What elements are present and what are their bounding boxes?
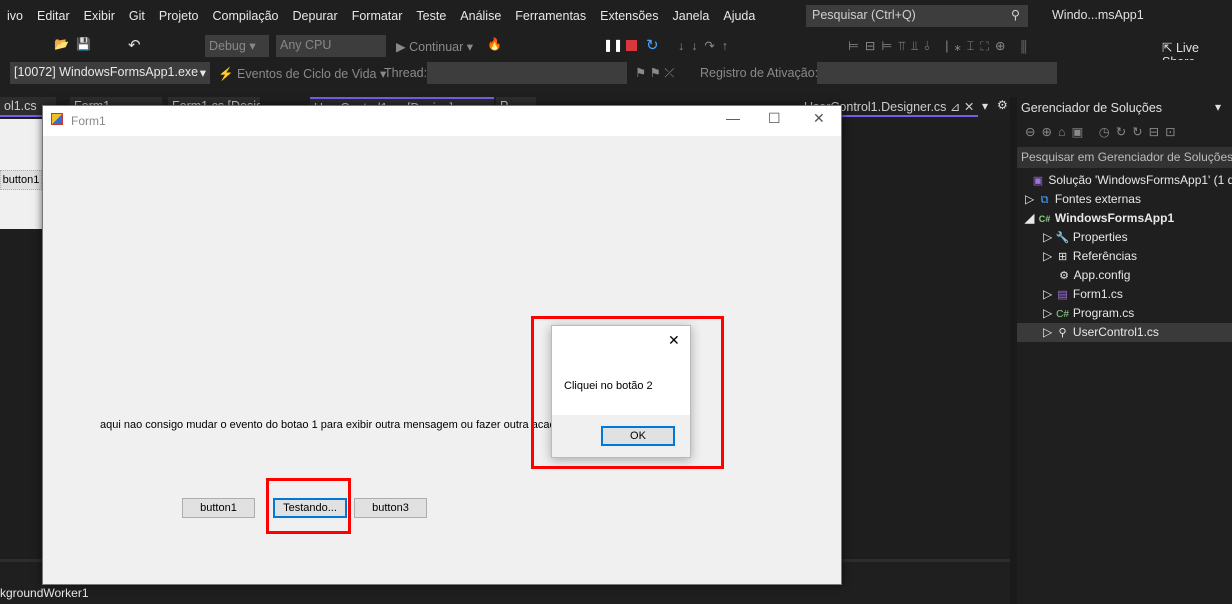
hot-reload-icon[interactable]: 🔥 — [487, 37, 502, 51]
tree-label: UserControl1.cs — [1072, 325, 1159, 339]
continue-label: Continuar — [409, 40, 464, 54]
menu-git[interactable]: Git — [122, 9, 152, 23]
menu-projeto[interactable]: Projeto — [152, 9, 206, 23]
tree-item-form1[interactable]: ▷ ▤ Form1.cs — [1017, 285, 1232, 304]
config-value: Debug — [209, 39, 246, 53]
menu-extensoes[interactable]: Extensões — [593, 9, 665, 23]
tree-item-properties[interactable]: ▷ 🔧 Properties — [1017, 228, 1232, 247]
tree-item-usercontrol1[interactable]: ▷ ⚲ UserControl1.cs — [1017, 323, 1232, 342]
form-icon: ▤ — [1057, 289, 1068, 301]
tab-dropdown-icon[interactable]: ▾ — [982, 99, 988, 113]
solution-search-input[interactable]: Pesquisar em Gerenciador de Soluções — [1017, 147, 1232, 168]
csharp-icon: C# — [1056, 309, 1069, 320]
form-icon — [51, 113, 63, 125]
menu-ajuda[interactable]: Ajuda — [716, 9, 762, 23]
flag-icons[interactable]: ⚑ ⚑ ⤫ — [635, 65, 674, 81]
wrench-icon: 🔧 — [1055, 232, 1070, 244]
component-tray-item[interactable]: kgroundWorker1 — [0, 586, 89, 600]
menu-depurar[interactable]: Depurar — [286, 9, 345, 23]
menu-analise[interactable]: Análise — [453, 9, 508, 23]
pin-icon[interactable]: ⊿ — [950, 100, 960, 114]
stop-icon[interactable] — [626, 40, 637, 51]
close-icon[interactable]: ✕ — [813, 110, 825, 127]
csharp-project-icon: C# — [1038, 214, 1051, 224]
usercontrol-icon: ⚲ — [1058, 327, 1067, 339]
tree-label: Solução 'WindowsFormsApp1' (1 d — [1048, 173, 1232, 187]
designer-button1[interactable]: button1 — [0, 170, 42, 190]
solution-explorer-title: Gerenciador de Soluções — [1021, 101, 1163, 115]
search-placeholder: Pesquisar (Ctrl+Q) — [812, 8, 916, 22]
pause-icon[interactable]: ❚❚ — [603, 38, 623, 52]
menu-formatar[interactable]: Formatar — [345, 9, 410, 23]
tree-label: Fontes externas — [1054, 192, 1141, 206]
menu-ferramentas[interactable]: Ferramentas — [508, 9, 593, 23]
tree-label: Referências — [1072, 249, 1137, 263]
save-icon[interactable]: 💾 — [76, 37, 91, 51]
window-title: Windo...msApp1 — [1052, 8, 1144, 22]
form-title: Form1 — [71, 114, 106, 128]
menu-compilacao[interactable]: Compilação — [206, 9, 286, 23]
tree-item-solution[interactable]: ▣ Solução 'WindowsFormsApp1' (1 d — [1017, 171, 1232, 190]
platform-value: Any CPU — [280, 38, 332, 52]
solution-toolbar[interactable]: ⊖⊕⌂▣ ◷↻↻⊟⊡ — [1025, 124, 1182, 139]
menu-bar: ivo Editar Exibir Git Projeto Compilação… — [0, 0, 1232, 32]
maximize-icon[interactable]: ☐ — [768, 110, 781, 127]
dialog-message: Cliquei no botão 2 — [564, 380, 653, 392]
config-select[interactable]: Debug ▾ — [205, 35, 269, 57]
menu-arquivo[interactable]: ivo — [0, 9, 30, 23]
form1-titlebar: Form1 — ☐ ✕ — [43, 106, 841, 136]
button3[interactable]: button3 — [354, 498, 427, 518]
external-sources-icon: ⧉ — [1040, 194, 1049, 206]
menu-exibir[interactable]: Exibir — [77, 9, 122, 23]
message-box-body: ✕ Cliquei no botão 2 — [552, 326, 690, 415]
layout-icons[interactable]: ⊨⊟⊨⫪⫫⫰ |⁎⌶⛶⊕ ⫼ — [848, 38, 1033, 54]
tree-item-app-config[interactable]: ⚙ App.config — [1017, 266, 1232, 285]
tree-item-program[interactable]: ▷ C# Program.cs — [1017, 304, 1232, 323]
gear-icon[interactable]: ⚙ — [997, 98, 1008, 112]
main-toolbar: 📂 💾 ↶ Debug ▾ Any CPU ▶ Continuar ▾ 🔥 ❚❚… — [0, 32, 1232, 69]
message-box: ✕ Cliquei no botão 2 OK — [551, 325, 691, 458]
process-value: [10072] WindowsFormsApp1.exe — [14, 65, 199, 79]
lifecycle-events-button[interactable]: ⚡ Eventos de Ciclo de Vida ▾ — [218, 66, 386, 82]
tree-item-project[interactable]: ◢ C# WindowsFormsApp1 — [1017, 209, 1232, 228]
references-icon: ⊞ — [1057, 251, 1068, 263]
highlight-box-button2 — [266, 478, 351, 534]
minimize-icon[interactable]: — — [726, 110, 740, 126]
undo-icon[interactable]: ↶ — [128, 36, 141, 54]
tree-item-external-sources[interactable]: ▷ ⧉ Fontes externas — [1017, 190, 1232, 209]
process-select[interactable]: [10072] WindowsFormsApp1.exe ▾ — [10, 62, 210, 84]
menu-janela[interactable]: Janela — [666, 9, 717, 23]
panel-splitter[interactable] — [1010, 97, 1017, 604]
step-icons[interactable]: ↓ ↓ ↷ ↑ — [678, 38, 728, 53]
tree-label: WindowsFormsApp1 — [1054, 211, 1175, 225]
restart-icon[interactable]: ↻ — [646, 36, 659, 54]
tree-label: Form1.cs — [1072, 287, 1123, 301]
activation-select[interactable] — [817, 62, 1057, 84]
search-icon: ⚲ — [1010, 8, 1020, 22]
tree-label: App.config — [1073, 268, 1131, 282]
menu-editar[interactable]: Editar — [30, 9, 77, 23]
panel-menu-icon[interactable]: ▾ — [1215, 100, 1221, 114]
dialog-close-icon[interactable]: ✕ — [668, 332, 680, 349]
tree-item-references[interactable]: ▷ ⊞ Referências — [1017, 247, 1232, 266]
close-tab-icon[interactable]: ✕ — [964, 100, 974, 114]
config-icon: ⚙ — [1059, 270, 1069, 282]
search-input[interactable]: Pesquisar (Ctrl+Q) ⚲ — [806, 5, 1028, 27]
ok-button[interactable]: OK — [601, 426, 675, 446]
open-icon[interactable]: 📂 — [54, 37, 69, 51]
menu-teste[interactable]: Teste — [409, 9, 453, 23]
tree-label: Program.cs — [1072, 306, 1135, 320]
continue-button[interactable]: ▶ Continuar ▾ — [396, 39, 473, 54]
tree-label: Properties — [1072, 230, 1128, 244]
lifecycle-label: Eventos de Ciclo de Vida — [237, 67, 377, 81]
activation-label: Registro de Ativação: — [700, 66, 819, 80]
share-icon: ⇱ — [1162, 41, 1173, 55]
platform-select[interactable]: Any CPU — [276, 35, 386, 57]
solution-explorer: Gerenciador de Soluções ▾ ⊖⊕⌂▣ ◷↻↻⊟⊡ Pes… — [1017, 97, 1232, 604]
thread-select[interactable] — [427, 62, 627, 84]
debug-location-toolbar: [10072] WindowsFormsApp1.exe ▾ ⚡ Eventos … — [0, 60, 1232, 86]
solution-icon: ▣ — [1032, 175, 1044, 187]
button1[interactable]: button1 — [182, 498, 255, 518]
thread-label: Thread: — [384, 66, 428, 80]
